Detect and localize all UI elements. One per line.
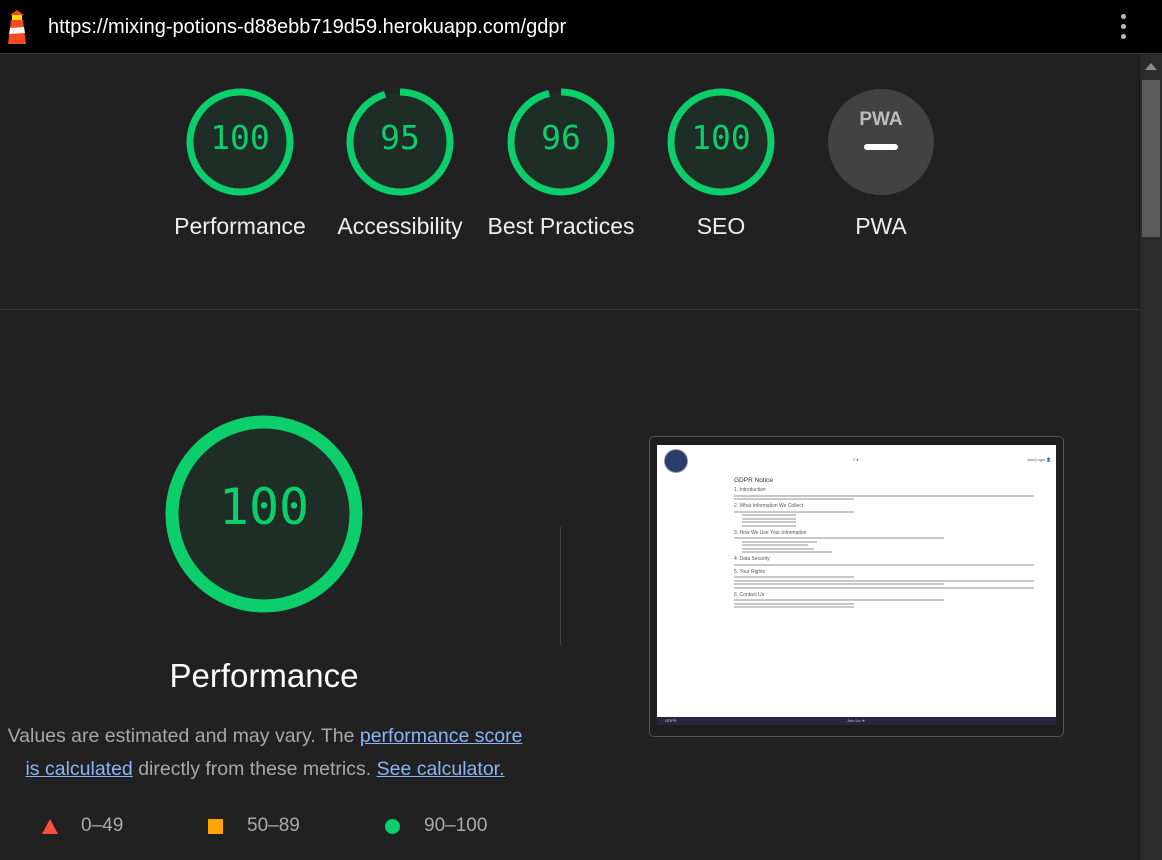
- average-square-icon: [208, 819, 223, 834]
- screenshot-page: ≡ ▾ Join/Login 👤 GDPR Notice 1. Introduc…: [657, 445, 1056, 725]
- screenshot-section: 6. Contact Us: [734, 591, 765, 598]
- text-line: [734, 498, 854, 500]
- gauge-best-practices[interactable]: 96 Best Practices: [488, 88, 635, 243]
- devtools-header: https://mixing-potions-d88ebb719d59.hero…: [0, 0, 1162, 54]
- section-divider: [0, 309, 1139, 310]
- gauge-label: Accessibility: [337, 213, 463, 239]
- legend-average: 50–89: [247, 815, 300, 836]
- page-url: https://mixing-potions-d88ebb719d59.hero…: [48, 16, 567, 38]
- screenshot-footer-center: Join Us ➜: [847, 718, 865, 723]
- text-line: [742, 524, 796, 527]
- text-line: [734, 563, 1034, 566]
- screenshot-nav-right: Join/Login 👤: [1027, 457, 1052, 462]
- performance-description: Values are estimated and may vary. The p…: [0, 720, 530, 786]
- more-options-icon[interactable]: [1114, 14, 1132, 42]
- scrollbar-thumb[interactable]: [1142, 80, 1160, 237]
- pass-circle-icon: [385, 819, 400, 834]
- text-line: [742, 517, 796, 520]
- legend-pass: 90–100: [424, 815, 488, 836]
- text-line: [734, 537, 944, 539]
- pwa-badge-text: PWA: [859, 109, 903, 130]
- gauge-seo[interactable]: 100 SEO: [667, 88, 775, 243]
- legend-fail: 0–49: [81, 815, 124, 836]
- text-line: [734, 602, 854, 605]
- text-line: [742, 551, 832, 553]
- text-line: [734, 583, 944, 585]
- screenshot-section: 4. Data Security: [734, 556, 770, 562]
- gauge-pwa[interactable]: PWA PWA: [827, 88, 935, 243]
- performance-score-value: 100: [218, 478, 310, 536]
- gauge-label: Best Practices: [487, 213, 635, 239]
- text-line: [734, 599, 944, 601]
- see-calculator-link[interactable]: See calculator.: [377, 758, 505, 780]
- score-value: 96: [541, 118, 581, 157]
- score-value: 100: [210, 118, 270, 157]
- screenshot-nav-center: ≡ ▾: [853, 457, 859, 462]
- vertical-scrollbar[interactable]: [1139, 55, 1162, 860]
- text-line: [742, 544, 808, 546]
- desc-text: directly from these metrics.: [132, 758, 377, 780]
- screenshot-section: 1. Introduction: [734, 487, 766, 493]
- screenshot-content: GDPR Notice 1. Introduction 2. What Info…: [734, 477, 1034, 610]
- scroll-up-arrow-icon[interactable]: [1145, 63, 1157, 70]
- screenshot-footer-left: GDPR: [665, 718, 677, 723]
- score-value: 100: [691, 118, 751, 157]
- text-line: [734, 576, 854, 578]
- text-line: [734, 586, 1034, 589]
- lighthouse-icon: [8, 10, 26, 44]
- text-line: [742, 540, 817, 543]
- screenshot-navbar: ≡ ▾ Join/Login 👤: [657, 445, 1056, 475]
- text-line: [734, 510, 854, 513]
- vertical-separator: [560, 527, 561, 645]
- performance-title: Performance: [169, 657, 359, 694]
- gauge-label: SEO: [696, 213, 746, 239]
- text-line: [734, 579, 1034, 582]
- gauge-accessibility[interactable]: 95 Accessibility: [337, 88, 463, 243]
- screenshot-footer: GDPR Join Us ➜: [657, 717, 1056, 725]
- text-line: [742, 521, 796, 523]
- screenshot-section: 2. What Information We Collect: [734, 503, 804, 509]
- text-line: [742, 514, 796, 516]
- gauge-label: Performance: [174, 213, 306, 239]
- text-line: [734, 494, 1034, 497]
- gauge-performance[interactable]: 100 Performance: [174, 88, 306, 243]
- site-logo-icon: [664, 449, 688, 473]
- fail-triangle-icon: [42, 819, 58, 834]
- screenshot-title: GDPR Notice: [734, 477, 774, 484]
- screenshot-section: 5. Your Rights: [734, 568, 766, 575]
- final-screenshot[interactable]: ≡ ▾ Join/Login 👤 GDPR Notice 1. Introduc…: [649, 436, 1064, 737]
- gauge-label: PWA: [855, 213, 907, 239]
- screenshot-section: 3. How We Use Your Information: [734, 529, 807, 536]
- pwa-badge: PWA: [828, 89, 934, 195]
- text-line: [742, 547, 814, 550]
- score-value: 95: [380, 118, 420, 157]
- text-line: [734, 606, 854, 608]
- desc-text: Values are estimated and may vary. The: [7, 725, 360, 747]
